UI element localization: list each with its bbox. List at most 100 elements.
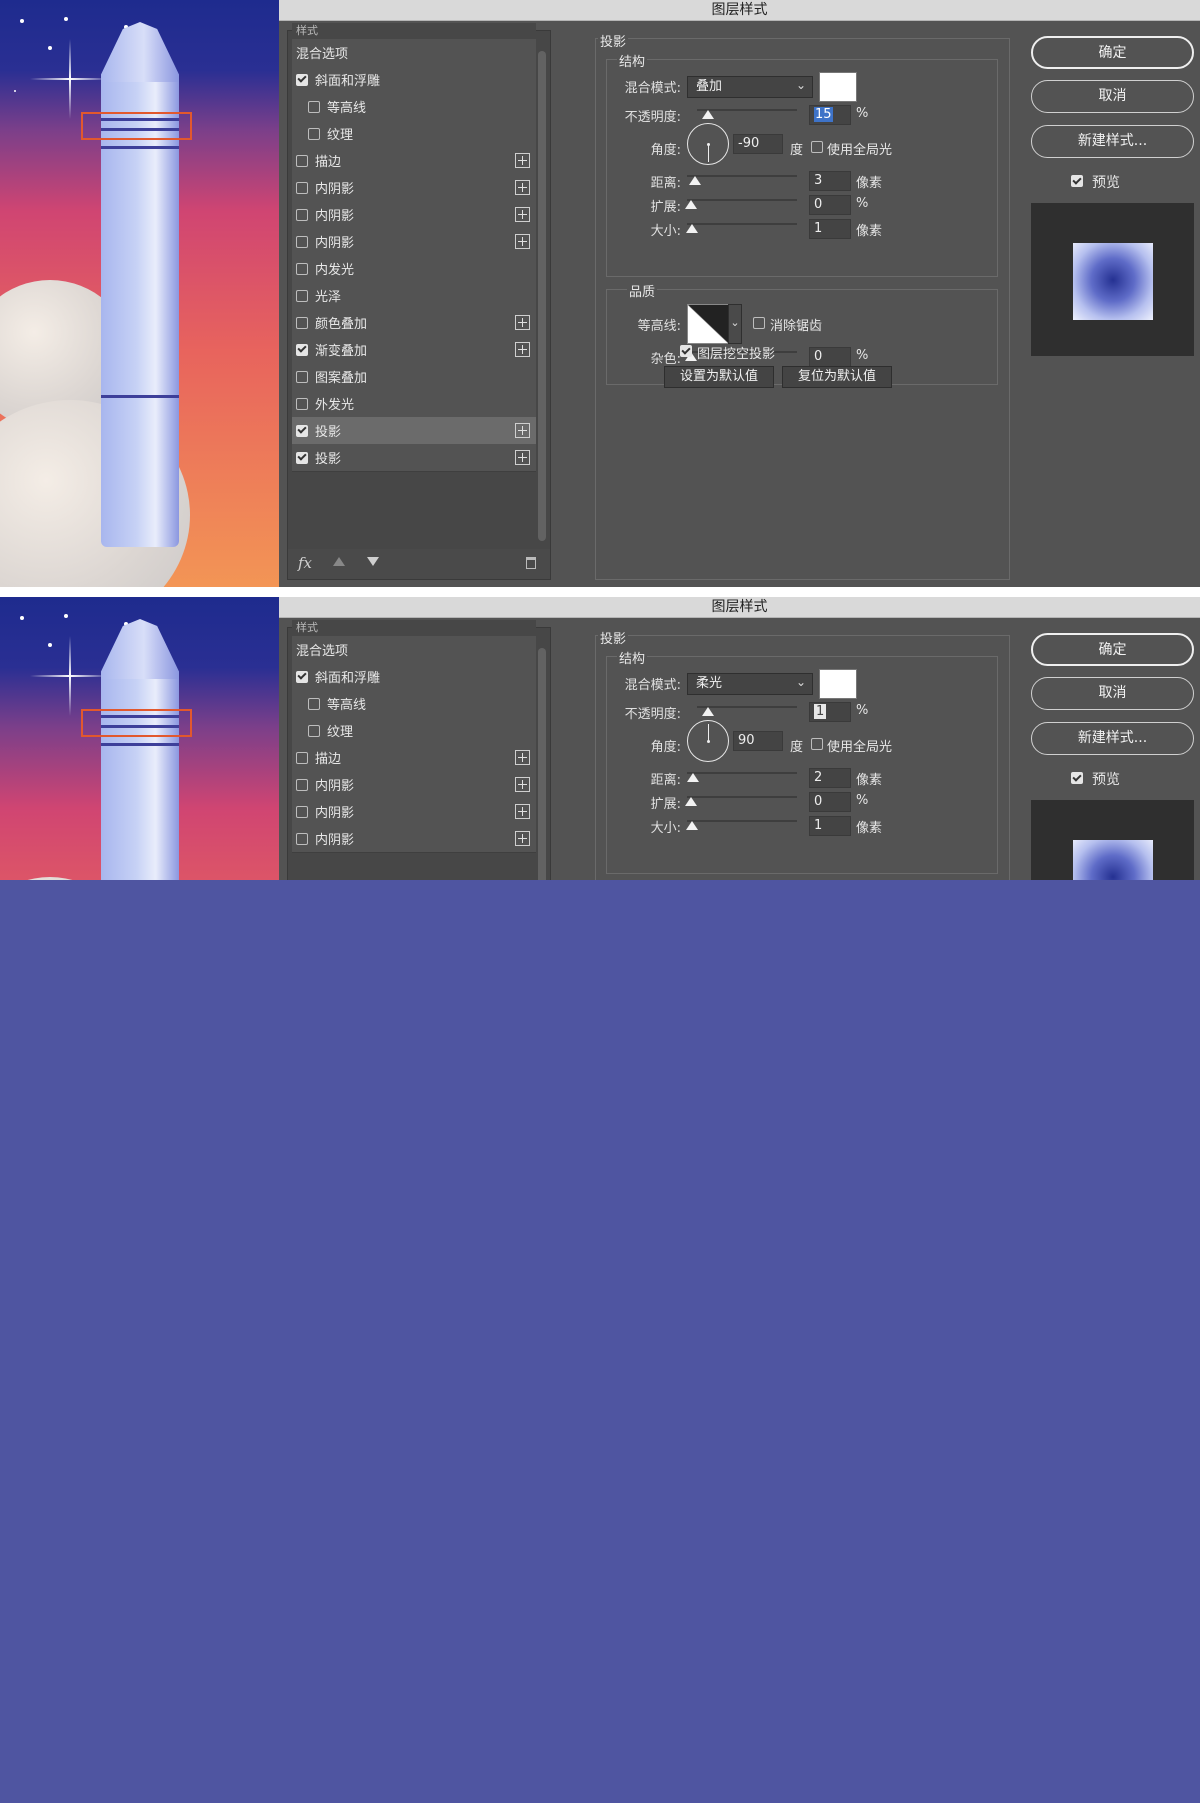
style-checkbox[interactable] [296,397,308,410]
noise-input[interactable]: 0 [809,347,851,367]
chevron-down-icon[interactable]: ⌄ [728,304,742,344]
preview-checkbox[interactable] [1071,175,1083,187]
add-effect-icon[interactable] [515,804,530,819]
trash-icon[interactable] [526,557,536,569]
cancel-button[interactable]: 取消 [1031,677,1194,710]
opacity-input[interactable]: 1 [809,702,851,722]
style-row[interactable]: 混合选项 [292,39,536,67]
style-row[interactable]: 内阴影 [292,174,536,202]
style-row[interactable]: 外发光 [292,390,536,418]
make-default-button[interactable]: 设置为默认值 [664,366,774,388]
style-checkbox[interactable] [296,154,308,167]
style-checkbox[interactable] [308,697,320,710]
style-row[interactable]: 纹理 [292,120,536,148]
spread-thumb[interactable] [685,797,697,806]
style-row[interactable]: 内阴影 [292,771,536,799]
move-up-icon[interactable] [333,557,345,566]
add-effect-icon[interactable] [515,180,530,195]
global-light-checkbox[interactable] [811,738,823,750]
style-checkbox[interactable] [296,73,308,86]
add-effect-icon[interactable] [515,750,530,765]
style-checkbox[interactable] [296,424,308,437]
add-effect-icon[interactable] [515,207,530,222]
add-effect-icon[interactable] [515,234,530,249]
style-checkbox[interactable] [296,316,308,329]
angle-input[interactable]: -90 [733,134,783,154]
opacity-input[interactable]: 15 [809,105,851,125]
fx-button[interactable]: fx [298,554,312,572]
style-checkbox[interactable] [296,670,308,683]
add-effect-icon[interactable] [515,315,530,330]
style-row[interactable]: 光泽 [292,282,536,310]
spread-input[interactable]: 0 [809,195,851,215]
size-slider[interactable] [687,223,797,225]
style-checkbox[interactable] [308,127,320,140]
shadow-color-swatch[interactable] [819,669,857,699]
cancel-button[interactable]: 取消 [1031,80,1194,113]
style-checkbox[interactable] [296,289,308,302]
style-row[interactable]: 内阴影 [292,228,536,256]
move-down-icon[interactable] [367,557,379,566]
styles-scrollbar[interactable] [538,51,546,541]
add-effect-icon[interactable] [515,450,530,465]
angle-input[interactable]: 90 [733,731,783,751]
add-effect-icon[interactable] [515,342,530,357]
style-row[interactable]: 混合选项 [292,636,536,664]
style-row[interactable]: 内阴影 [292,798,536,826]
style-checkbox[interactable] [308,100,320,113]
style-checkbox[interactable] [296,451,308,464]
spread-thumb[interactable] [685,200,697,209]
style-row[interactable]: 内阴影 [292,201,536,229]
shadow-color-swatch[interactable] [819,72,857,102]
size-thumb[interactable] [686,224,698,233]
style-row[interactable]: 渐变叠加 [292,336,536,364]
style-checkbox[interactable] [296,370,308,383]
spread-slider[interactable] [687,199,797,201]
style-row[interactable]: 斜面和浮雕 [292,66,536,94]
style-row[interactable]: 描边 [292,744,536,772]
style-checkbox[interactable] [296,805,308,818]
style-checkbox[interactable] [296,235,308,248]
style-row[interactable]: 投影 [292,444,536,472]
style-row[interactable]: 等高线 [292,93,536,121]
blend-mode-select[interactable]: 叠加 [687,75,813,98]
styles-scrollbar[interactable] [538,648,546,880]
style-checkbox[interactable] [296,262,308,275]
spread-slider[interactable] [687,796,797,798]
distance-input[interactable]: 2 [809,768,851,788]
distance-thumb[interactable] [687,773,699,782]
style-checkbox[interactable] [296,832,308,845]
opacity-thumb[interactable] [702,110,714,119]
style-row[interactable]: 内阴影 [292,825,536,853]
distance-input[interactable]: 3 [809,171,851,191]
size-input[interactable]: 1 [809,816,851,836]
anti-alias-checkbox[interactable] [753,317,765,329]
new-style-button[interactable]: 新建样式... [1031,722,1194,755]
new-style-button[interactable]: 新建样式... [1031,125,1194,158]
size-slider[interactable] [687,820,797,822]
style-row[interactable]: 颜色叠加 [292,309,536,337]
style-checkbox[interactable] [308,724,320,737]
distance-thumb[interactable] [689,176,701,185]
style-row[interactable]: 等高线 [292,690,536,718]
style-row[interactable]: 斜面和浮雕 [292,663,536,691]
add-effect-icon[interactable] [515,423,530,438]
style-checkbox[interactable] [296,751,308,764]
size-input[interactable]: 1 [809,219,851,239]
contour-preview[interactable] [687,304,729,344]
style-checkbox[interactable] [296,343,308,356]
global-light-checkbox[interactable] [811,141,823,153]
spread-input[interactable]: 0 [809,792,851,812]
style-row[interactable]: 投影 [292,417,536,445]
opacity-thumb[interactable] [702,707,714,716]
knockout-checkbox[interactable] [680,345,692,357]
add-effect-icon[interactable] [515,831,530,846]
angle-dial[interactable] [687,123,729,165]
style-checkbox[interactable] [296,778,308,791]
preview-checkbox[interactable] [1071,772,1083,784]
ok-button[interactable]: 确定 [1031,36,1194,69]
size-thumb[interactable] [686,821,698,830]
style-row[interactable]: 纹理 [292,717,536,745]
style-row[interactable]: 描边 [292,147,536,175]
style-row[interactable]: 内发光 [292,255,536,283]
